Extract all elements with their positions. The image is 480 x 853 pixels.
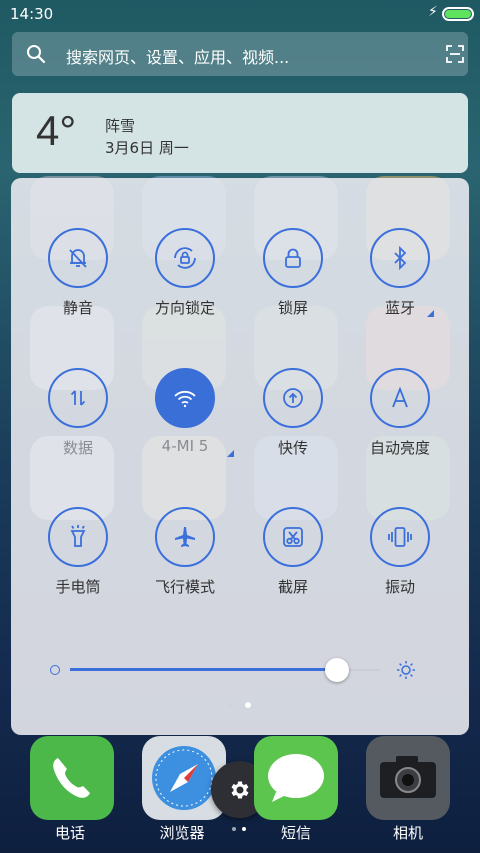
data-arrows-icon [70, 390, 86, 406]
search-placeholder: 搜索网页、设置、应用、视频... [66, 48, 290, 67]
gear-icon [231, 781, 248, 798]
dock-phone[interactable] [30, 736, 114, 820]
phone-icon [30, 736, 114, 820]
search-icon [27, 45, 46, 64]
upload-icon [283, 388, 303, 408]
home-page-indicator [232, 827, 252, 833]
search-bar[interactable]: 搜索网页、设置、应用、视频... [12, 32, 468, 76]
dock-camera[interactable] [366, 736, 450, 820]
dock-label-camera: 相机 [392, 824, 423, 842]
scan-icon[interactable] [446, 45, 464, 63]
bell-off-icon [69, 249, 87, 268]
brightness-high-icon [397, 661, 415, 679]
page-dot-active [242, 827, 246, 831]
rotation-lock-icon [174, 247, 196, 269]
page-dot-active [245, 702, 251, 708]
more-indicator [427, 310, 434, 317]
panel-page-indicator [0, 702, 480, 710]
scissors-icon [283, 527, 303, 547]
bluetooth-icon [394, 245, 407, 271]
message-icon [254, 736, 338, 820]
battery-icon [442, 7, 474, 21]
more-indicator [227, 450, 234, 457]
brightness-slider[interactable] [50, 655, 430, 685]
brightness-fill [70, 668, 337, 671]
status-bar: 14:30 ⚡ [0, 0, 480, 28]
status-time: 14:30 [10, 5, 54, 23]
dock-label-messages: 短信 [280, 824, 311, 842]
airplane-icon [175, 527, 195, 547]
bolt-icon: ⚡ [428, 4, 438, 20]
wifi-icon [174, 390, 196, 408]
page-dot [228, 702, 234, 708]
weather-date: 3月6日 周一 [105, 139, 189, 157]
lock-icon [285, 248, 301, 268]
auto-brightness-icon [392, 386, 408, 408]
camera-icon [366, 736, 450, 820]
dock-messages[interactable] [254, 736, 338, 820]
weather-temperature: 4° [36, 107, 77, 154]
page-dot [232, 827, 236, 831]
weather-condition: 阵雪 [105, 117, 136, 135]
weather-card[interactable]: 4° 阵雪 3月6日 周一 [12, 93, 468, 173]
dock-label-browser: 浏览器 [159, 824, 205, 842]
brightness-low-icon [50, 665, 60, 675]
brightness-knob[interactable] [324, 658, 349, 682]
vibrate-icon [388, 527, 412, 547]
dock-label-phone: 电话 [54, 824, 85, 842]
control-center-panel: 静音 方向锁定 锁屏 蓝牙 数据 4-MI 5 快传 自动亮度 手电筒 飞行模式… [11, 178, 469, 735]
flashlight-icon [70, 525, 86, 547]
